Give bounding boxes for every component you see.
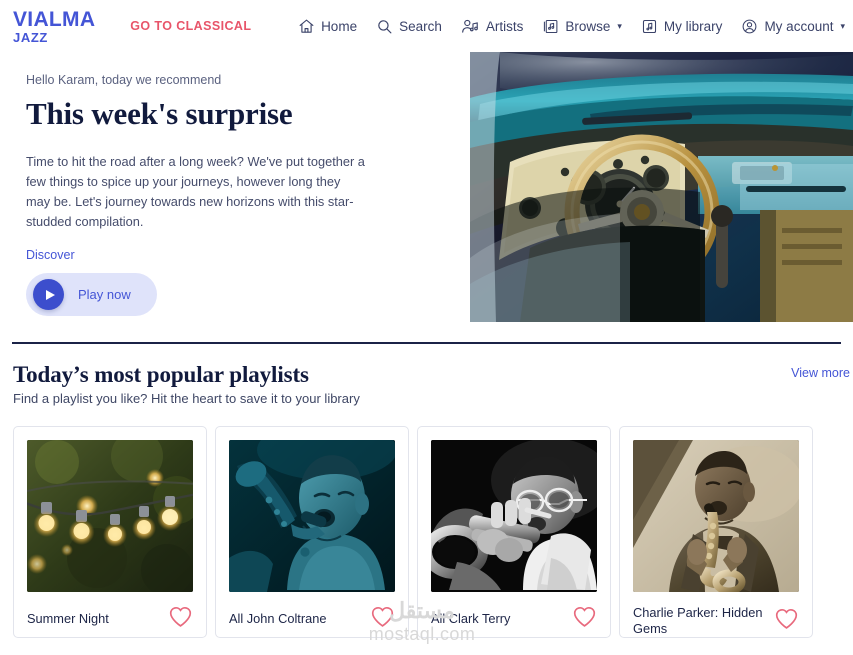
play-now-label: Play now: [78, 287, 131, 302]
string-lights-image: [27, 440, 193, 592]
playlist-card[interactable]: Charlie Parker: Hidden Gems: [619, 426, 813, 638]
playlist-card[interactable]: All John Coltrane: [215, 426, 409, 638]
playlist-card-footer: All John Coltrane: [229, 605, 395, 633]
playlist-card-footer: Summer Night: [27, 605, 193, 633]
heart-outline-icon[interactable]: [774, 607, 799, 635]
browse-icon: [542, 18, 559, 35]
nav-item-artists[interactable]: Artists: [461, 18, 524, 35]
playlist-card-footer: All Clark Terry: [431, 605, 597, 633]
nav-item-browse[interactable]: Browse ▾: [542, 18, 622, 35]
playlist-artwork: [27, 440, 193, 592]
nav-item-home[interactable]: Home: [298, 18, 357, 35]
hero-text-block: Hello Karam, today we recommend This wee…: [26, 73, 366, 316]
playlist-artwork: [633, 440, 799, 592]
clark-terry-bw-image: [431, 440, 597, 592]
account-icon: [741, 18, 758, 35]
nav-label-browse: Browse: [565, 18, 611, 34]
section-title: Today’s most popular playlists: [13, 362, 309, 387]
coltrane-teal-image: [229, 440, 395, 592]
section-subtitle: Find a playlist you like? Hit the heart …: [13, 391, 360, 406]
logo-main-text: VIALMA: [13, 7, 96, 31]
hero-banner: Hello Karam, today we recommend This wee…: [0, 52, 853, 324]
playlist-title: All John Coltrane: [229, 611, 327, 626]
popular-playlists-section: Today’s most popular playlists Find a pl…: [0, 344, 853, 638]
nav-item-my-account[interactable]: My account ▾: [741, 18, 845, 35]
heart-outline-icon[interactable]: [168, 605, 193, 633]
discover-link[interactable]: Discover: [26, 248, 75, 262]
car-dashboard-illustration: [470, 52, 853, 322]
nav-label-home: Home: [321, 18, 358, 34]
playlist-artwork: [229, 440, 395, 592]
playlist-card-list: Summer Night All John Coltrane All Clark…: [0, 406, 853, 638]
play-now-button[interactable]: Play now: [26, 273, 157, 316]
go-to-classical-link[interactable]: GO TO CLASSICAL: [130, 19, 251, 33]
nav-label-my-library: My library: [663, 18, 723, 34]
site-header: VIALMA JAZZ GO TO CLASSICAL Home Search: [0, 0, 853, 52]
playlist-title: Summer Night: [27, 611, 109, 626]
playlist-card-footer: Charlie Parker: Hidden Gems: [633, 605, 799, 637]
playlist-card[interactable]: Summer Night: [13, 426, 207, 638]
heart-outline-icon[interactable]: [572, 605, 597, 633]
home-icon: [298, 18, 315, 35]
nav-label-artists: Artists: [485, 18, 524, 34]
nav-item-my-library[interactable]: My library: [641, 18, 723, 35]
logo[interactable]: VIALMA JAZZ: [13, 9, 95, 44]
nav-item-search[interactable]: Search: [376, 18, 442, 35]
playlist-title: Charlie Parker: Hidden Gems: [633, 605, 763, 636]
nav-label-my-account: My account: [764, 18, 834, 34]
heart-outline-icon[interactable]: [370, 605, 395, 633]
nav-label-search: Search: [399, 18, 442, 34]
playlist-title: All Clark Terry: [431, 611, 511, 626]
view-more-link[interactable]: View more: [791, 366, 850, 380]
search-icon: [376, 18, 393, 35]
charlie-parker-sepia-image: [633, 440, 799, 592]
chevron-down-icon: ▾: [840, 20, 845, 31]
artists-icon: [461, 18, 480, 35]
logo-sub-text: JAZZ: [13, 29, 48, 45]
section-header: Today’s most popular playlists Find a pl…: [0, 362, 853, 406]
hero-description: Time to hit the road after a long week? …: [26, 154, 365, 229]
playlist-artwork: [431, 440, 597, 592]
playlist-card[interactable]: All Clark Terry: [417, 426, 611, 638]
main-navigation: Home Search Artists Browse ▾ My library …: [298, 18, 853, 35]
hero-image: [470, 52, 853, 322]
play-icon: [33, 279, 64, 310]
hero-title: This week's surprise: [26, 96, 293, 131]
chevron-down-icon: ▾: [617, 20, 622, 31]
hero-greeting: Hello Karam, today we recommend: [26, 73, 222, 87]
library-icon: [641, 18, 658, 35]
